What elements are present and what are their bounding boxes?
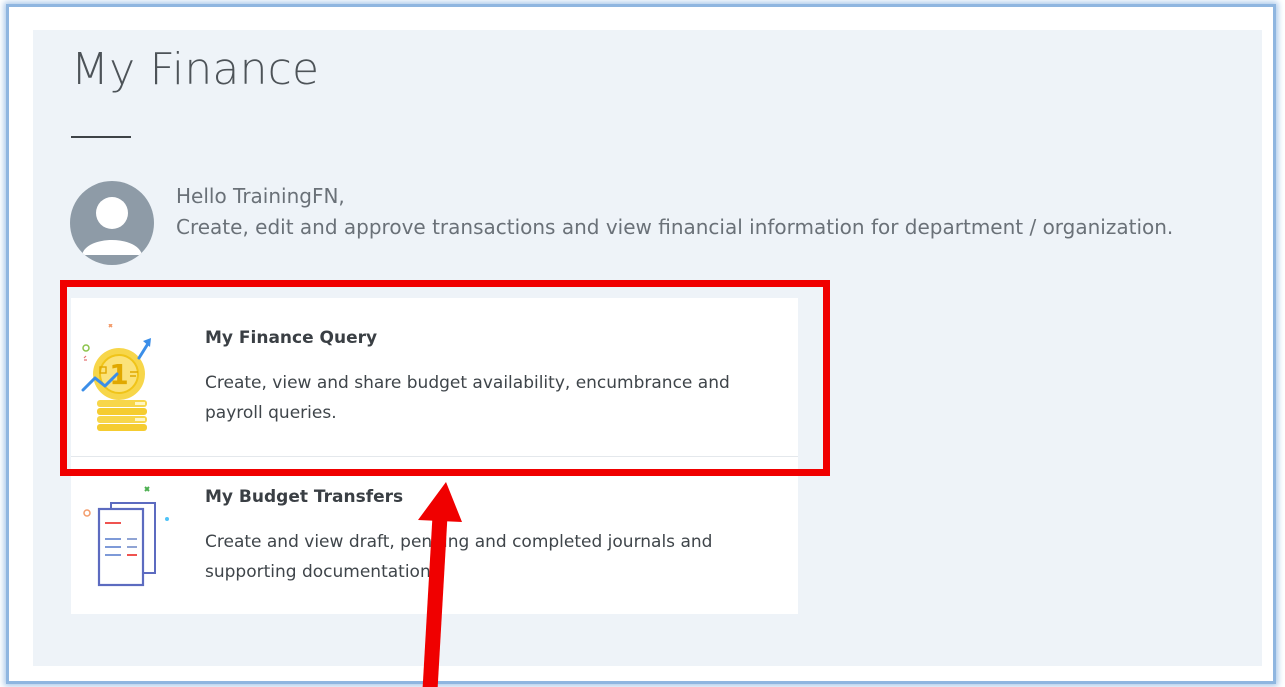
card-my-budget-transfers[interactable]: My Budget Transfers Create and view draf… (71, 456, 798, 614)
title-divider (71, 136, 131, 138)
card-title: My Finance Query (205, 328, 378, 348)
page-title: My Finance (71, 44, 320, 95)
greeting-text: Hello TrainingFN, (176, 184, 345, 208)
screenshot-frame: My Finance Hello TrainingFN, Create, edi… (0, 0, 1285, 687)
documents-icon (81, 483, 169, 593)
user-avatar-icon (70, 181, 154, 265)
greeting-description: Create, edit and approve transactions an… (176, 215, 1174, 239)
svg-text:1: 1 (109, 358, 128, 391)
user-greeting: Hello TrainingFN, Create, edit and appro… (176, 181, 1173, 243)
card-description: Create and view draft, pending and compl… (205, 532, 713, 582)
card-title: My Budget Transfers (205, 487, 404, 507)
main-panel: My Finance Hello TrainingFN, Create, edi… (33, 30, 1262, 666)
card-my-finance-query[interactable]: 1 My Finance Query Create, view and shar… (71, 298, 798, 456)
card-description: Create, view and share budget availabili… (205, 373, 730, 423)
coin-chart-icon: 1 (81, 323, 169, 434)
